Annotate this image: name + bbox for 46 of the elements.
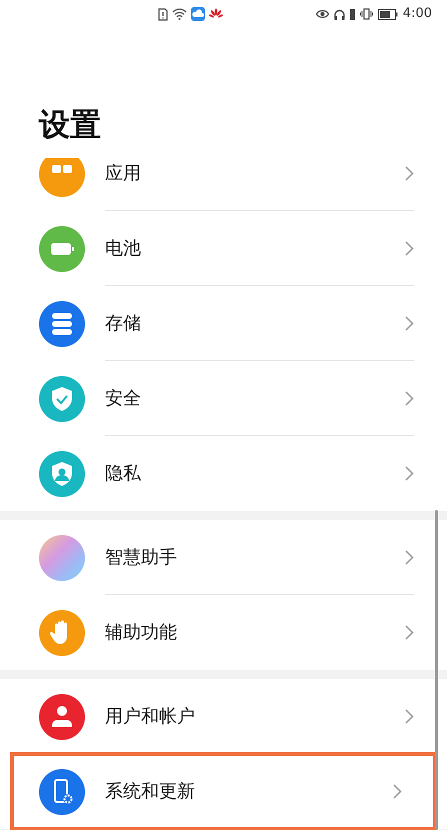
user-icon xyxy=(39,694,85,740)
wifi-icon xyxy=(172,8,187,20)
settings-item[interactable]: 存储 xyxy=(0,286,447,361)
item-label: 安全 xyxy=(105,386,142,410)
settings-item[interactable]: 安全 xyxy=(0,361,447,436)
item-label: 智慧助手 xyxy=(105,546,178,570)
chevron-right-icon xyxy=(405,708,414,724)
flower-logo-icon xyxy=(209,8,223,20)
item-label: 系统和更新 xyxy=(105,780,196,804)
item-label: 隐私 xyxy=(105,462,142,486)
chevron-right-icon xyxy=(405,466,414,481)
eye-icon xyxy=(316,9,329,19)
item-label: 辅助功能 xyxy=(105,621,178,645)
phone-gear-icon xyxy=(39,768,85,814)
item-label: 存储 xyxy=(105,312,142,336)
battery-icon xyxy=(39,226,85,272)
status-time: 4:00 xyxy=(402,5,432,24)
chevron-right-icon xyxy=(405,166,414,180)
storage-icon xyxy=(39,300,85,346)
privacy-shield-icon xyxy=(39,450,85,496)
headphones-icon xyxy=(334,8,345,20)
chevron-right-icon xyxy=(405,390,414,406)
chevron-right-icon xyxy=(405,550,414,564)
item-label: 用户和帐户 xyxy=(105,704,196,728)
settings-item[interactable]: 系统和更新 xyxy=(12,754,435,829)
settings-item[interactable]: 应用 xyxy=(0,158,447,211)
settings-item[interactable]: 辅助功能 xyxy=(0,595,447,670)
page-title: 设置 xyxy=(39,106,101,145)
settings-item[interactable]: 用户和帐户 xyxy=(0,679,447,754)
sim-alert-icon xyxy=(158,8,168,20)
chevron-right-icon xyxy=(405,316,414,330)
chevron-right-icon xyxy=(405,240,414,256)
chevron-right-icon xyxy=(405,625,414,640)
item-label: 电池 xyxy=(105,236,142,260)
cloud-icon xyxy=(191,7,205,21)
vibrate-icon xyxy=(360,8,373,20)
chevron-right-icon xyxy=(393,784,402,799)
battery-icon xyxy=(378,8,398,20)
settings-item[interactable]: 电池 xyxy=(0,211,447,286)
shield-check-icon xyxy=(39,376,85,422)
settings-item[interactable]: 智慧助手 xyxy=(0,520,447,595)
settings-item[interactable]: 隐私 xyxy=(0,436,447,511)
battery-small-icon xyxy=(350,8,355,20)
assistant-orb-icon xyxy=(39,534,85,580)
item-label: 应用 xyxy=(105,162,142,186)
hand-icon xyxy=(39,610,85,656)
